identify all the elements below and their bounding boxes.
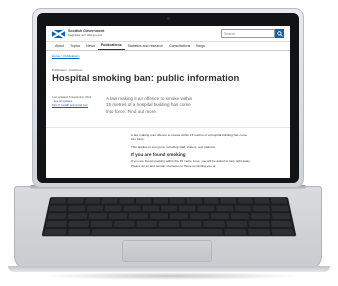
body-paragraph: If you are found smoking within the 15 m… (131, 159, 251, 168)
laptop-scene: Scottish Government Riaghaltas na h-Alba… (0, 0, 338, 286)
breadcrumb[interactable]: Home > Publications (46, 51, 290, 58)
brand-name: Scottish Government (68, 28, 105, 33)
laptop-front-edge (8, 266, 330, 272)
lede-summary: A law making it an offence to smoke with… (106, 96, 193, 114)
nav-item-statistics[interactable]: Statistics and research (125, 44, 166, 50)
search-bar: Search (221, 29, 284, 38)
search-input[interactable]: Search (221, 29, 275, 38)
main-nav: About Topics News Publications Statistic… (46, 42, 290, 51)
page-title: Hospital smoking ban: public information (52, 73, 240, 84)
search-icon (276, 30, 283, 37)
saltire-logo-icon[interactable] (52, 29, 65, 38)
screen-bezel: Scottish Government Riaghaltas na h-Alba… (37, 13, 299, 183)
last-updated: Last updated: 5 September 2022 - See all… (52, 96, 92, 103)
nav-item-about[interactable]: About (52, 44, 67, 50)
laptop-shadow (40, 272, 300, 280)
divider (46, 127, 290, 128)
nav-item-consultations[interactable]: Consultations (166, 44, 193, 50)
webcam-icon (166, 17, 170, 20)
site-brand[interactable]: Scottish Government Riaghaltas na h-Alba… (68, 28, 105, 37)
article-body: A law making it an offence to smoke with… (131, 133, 251, 171)
section-heading: If you are found smoking (131, 151, 186, 157)
brand-gaelic: Riaghaltas na h-Alba gov.scot (68, 33, 103, 37)
search-button[interactable] (275, 29, 284, 38)
nav-item-publications[interactable]: Publications (97, 43, 125, 50)
publication-label: Publication - Factsheet (52, 68, 83, 72)
publication-meta: Last updated: 5 September 2022 - See all… (52, 96, 92, 107)
keyboard (41, 197, 297, 237)
site-header: Scottish Government Riaghaltas na h-Alba… (46, 26, 290, 42)
part-of-link[interactable]: Part of: Health and social care (52, 104, 92, 108)
body-paragraph: A law making it an offence to smoke with… (131, 133, 248, 142)
body-paragraph: This applies to everyone, including staf… (131, 145, 216, 150)
nav-item-topics[interactable]: Topics (67, 44, 83, 50)
nav-item-news[interactable]: News (83, 44, 98, 50)
screen: Scottish Government Riaghaltas na h-Alba… (46, 26, 290, 178)
trackpad (122, 240, 212, 262)
laptop-lid: Scottish Government Riaghaltas na h-Alba… (32, 8, 304, 188)
nav-item-blogs[interactable]: Blogs (193, 44, 208, 50)
